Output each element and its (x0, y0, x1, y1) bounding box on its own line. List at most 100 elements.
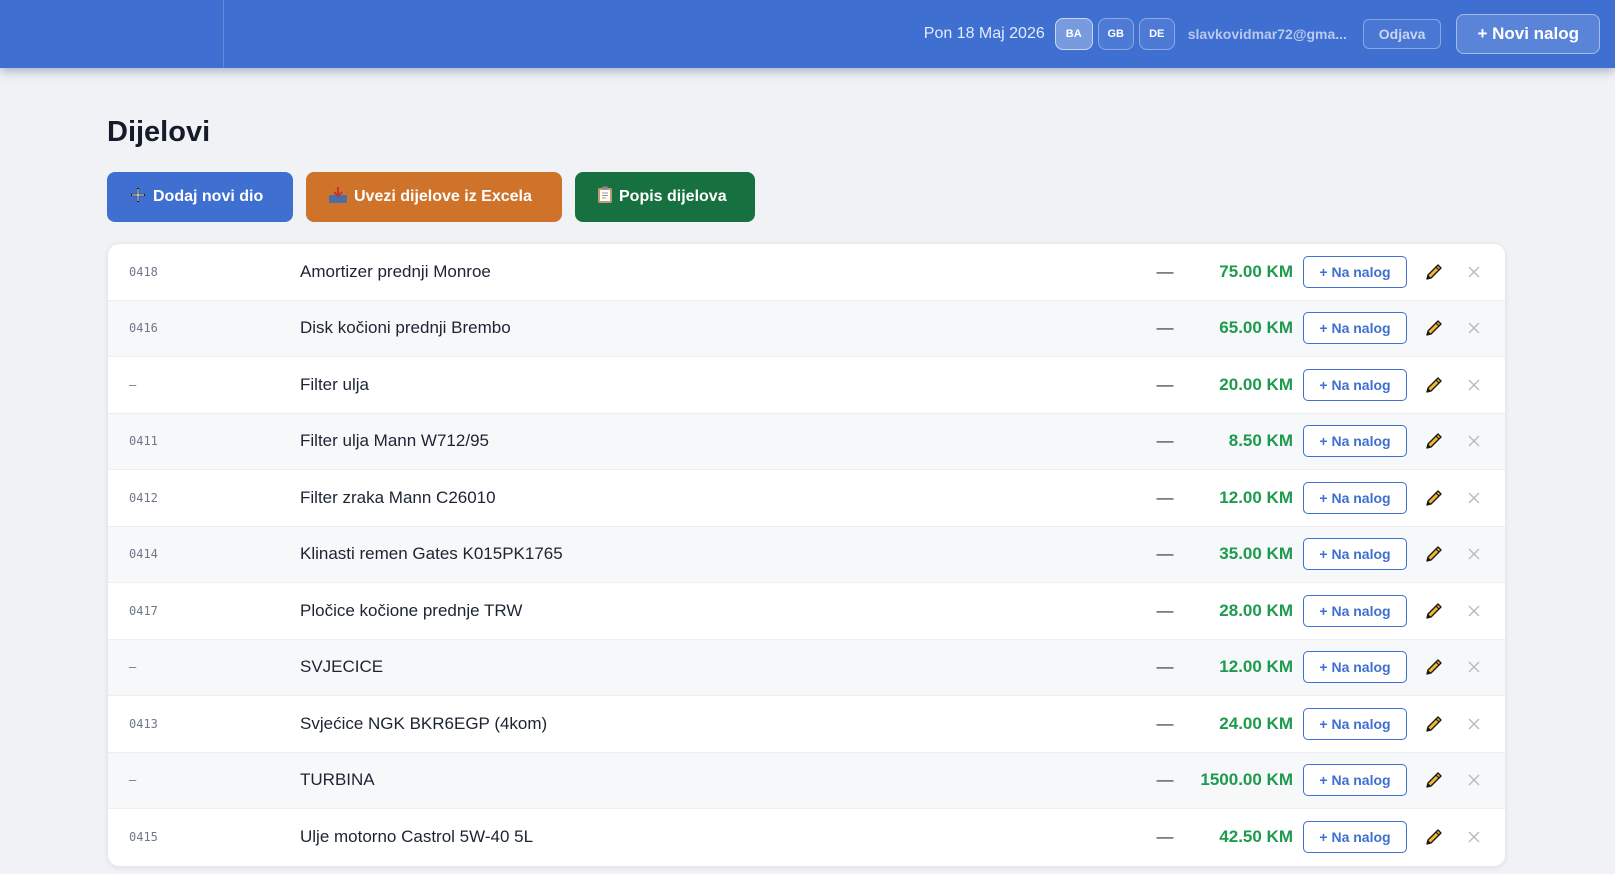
pencil-icon[interactable] (1421, 485, 1447, 511)
pencil-icon[interactable] (1421, 372, 1447, 398)
add-to-order-button[interactable]: + Na nalog (1303, 255, 1407, 288)
part-price: 65.00 KM (1219, 318, 1293, 338)
part-name: Filter zraka Mann C26010 (300, 487, 496, 507)
pencil-icon[interactable] (1421, 767, 1447, 793)
page-actions: Dodaj novi dio Uvezi dijelove iz Excela … (107, 172, 755, 222)
part-name: Pločice kočione prednje TRW (300, 600, 523, 620)
add-to-order-button[interactable]: + Na nalog (1303, 821, 1407, 854)
add-to-order-button[interactable]: + Na nalog (1303, 368, 1407, 401)
part-quantity: — (1156, 713, 1174, 733)
part-price: 28.00 KM (1219, 600, 1293, 620)
import-excel-button[interactable]: Uvezi dijelove iz Excela (306, 172, 562, 222)
part-price: 42.50 KM (1219, 827, 1293, 847)
plus-icon (129, 186, 147, 209)
part-code: 0412 (129, 490, 158, 505)
pencil-icon[interactable] (1421, 654, 1447, 680)
part-price: 1500.00 KM (1200, 770, 1293, 790)
table-row: 0418 Amortizer prednji Monroe — 75.00 KM… (108, 244, 1505, 301)
part-quantity: — (1156, 657, 1174, 677)
part-quantity: — (1156, 261, 1174, 281)
part-code: 0417 (129, 603, 158, 618)
part-name: TURBINA (300, 770, 375, 790)
table-row: 0412 Filter zraka Mann C26010 — 12.00 KM… (108, 470, 1505, 527)
inbox-tray-icon (328, 186, 348, 209)
close-icon[interactable] (1461, 824, 1487, 850)
table-row: – TURBINA — 1500.00 KM + Na nalog (108, 752, 1505, 809)
part-name: Klinasti remen Gates K015PK1765 (300, 544, 563, 564)
part-quantity: — (1156, 827, 1174, 847)
part-price: 12.00 KM (1219, 487, 1293, 507)
part-quantity: — (1156, 374, 1174, 394)
part-name: Filter ulja Mann W712/95 (300, 431, 489, 451)
add-part-button[interactable]: Dodaj novi dio (107, 172, 293, 222)
current-date: Pon 18 Maj 2026 (923, 25, 1045, 42)
table-row: – SVJECICE — 12.00 KM + Na nalog (108, 639, 1505, 696)
part-name: Filter ulja (300, 374, 369, 394)
add-to-order-button[interactable]: + Na nalog (1303, 538, 1407, 571)
close-icon[interactable] (1461, 541, 1487, 567)
part-price: 8.50 KM (1228, 431, 1293, 451)
part-price: 24.00 KM (1219, 713, 1293, 733)
top-navigation-bar: Pon 18 Maj 2026 BA GB DE slavkovidmar72@… (0, 0, 1615, 68)
pencil-icon[interactable] (1421, 711, 1447, 737)
close-icon[interactable] (1461, 485, 1487, 511)
pencil-icon[interactable] (1421, 824, 1447, 850)
part-code: 0414 (129, 547, 158, 562)
language-ba-button[interactable]: BA (1054, 18, 1093, 50)
part-code: 0418 (129, 264, 158, 279)
close-icon[interactable] (1461, 372, 1487, 398)
part-name: Ulje motorno Castrol 5W-40 5L (300, 827, 534, 847)
part-code: 0413 (129, 716, 158, 731)
close-icon[interactable] (1461, 428, 1487, 454)
close-icon[interactable] (1461, 259, 1487, 285)
part-quantity: — (1156, 600, 1174, 620)
part-name: Disk kočioni prednji Brembo (300, 318, 511, 338)
close-icon[interactable] (1461, 767, 1487, 793)
close-icon[interactable] (1461, 598, 1487, 624)
add-to-order-button[interactable]: + Na nalog (1303, 651, 1407, 684)
table-row: – Filter ulja — 20.00 KM + Na nalog (108, 357, 1505, 414)
part-code: 0416 (129, 321, 158, 336)
new-order-button[interactable]: + Novi nalog (1456, 14, 1600, 54)
part-code: 0415 (129, 830, 158, 845)
part-quantity: — (1156, 318, 1174, 338)
page-title: Dijelovi (107, 116, 211, 148)
add-to-order-button[interactable]: + Na nalog (1303, 594, 1407, 627)
part-code: – (129, 377, 137, 392)
pencil-icon[interactable] (1421, 259, 1447, 285)
part-code: – (129, 660, 137, 675)
clipboard-icon (597, 186, 613, 209)
add-to-order-button[interactable]: + Na nalog (1303, 312, 1407, 345)
part-price: 20.00 KM (1219, 374, 1293, 394)
add-to-order-button[interactable]: + Na nalog (1303, 707, 1407, 740)
part-quantity: — (1156, 431, 1174, 451)
import-excel-label: Uvezi dijelove iz Excela (354, 188, 532, 205)
part-quantity: — (1156, 770, 1174, 790)
pencil-icon[interactable] (1421, 315, 1447, 341)
language-de-button[interactable]: DE (1138, 18, 1175, 50)
part-quantity: — (1156, 487, 1174, 507)
table-row: 0413 Svjećice NGK BKR6EGP (4kom) — 24.00… (108, 696, 1505, 753)
language-gb-button[interactable]: GB (1097, 18, 1134, 50)
pencil-icon[interactable] (1421, 541, 1447, 567)
close-icon[interactable] (1461, 711, 1487, 737)
add-part-label: Dodaj novi dio (153, 188, 264, 205)
close-icon[interactable] (1461, 654, 1487, 680)
pencil-icon[interactable] (1421, 598, 1447, 624)
add-to-order-button[interactable]: + Na nalog (1303, 481, 1407, 514)
add-to-order-button[interactable]: + Na nalog (1303, 425, 1407, 458)
part-quantity: — (1156, 544, 1174, 564)
part-code: 0411 (129, 434, 158, 449)
parts-list-label: Popis dijelova (619, 188, 727, 205)
table-row: 0415 Ulje motorno Castrol 5W-40 5L — 42.… (108, 809, 1505, 866)
pencil-icon[interactable] (1421, 428, 1447, 454)
header-divider (223, 0, 224, 68)
table-row: 0411 Filter ulja Mann W712/95 — 8.50 KM … (108, 413, 1505, 470)
table-row: 0414 Klinasti remen Gates K015PK1765 — 3… (108, 526, 1505, 583)
part-name: SVJECICE (300, 657, 384, 677)
part-code: – (129, 773, 137, 788)
close-icon[interactable] (1461, 315, 1487, 341)
logout-button[interactable]: Odjava (1362, 19, 1442, 49)
parts-list-button[interactable]: Popis dijelova (575, 172, 755, 222)
add-to-order-button[interactable]: + Na nalog (1303, 764, 1407, 797)
